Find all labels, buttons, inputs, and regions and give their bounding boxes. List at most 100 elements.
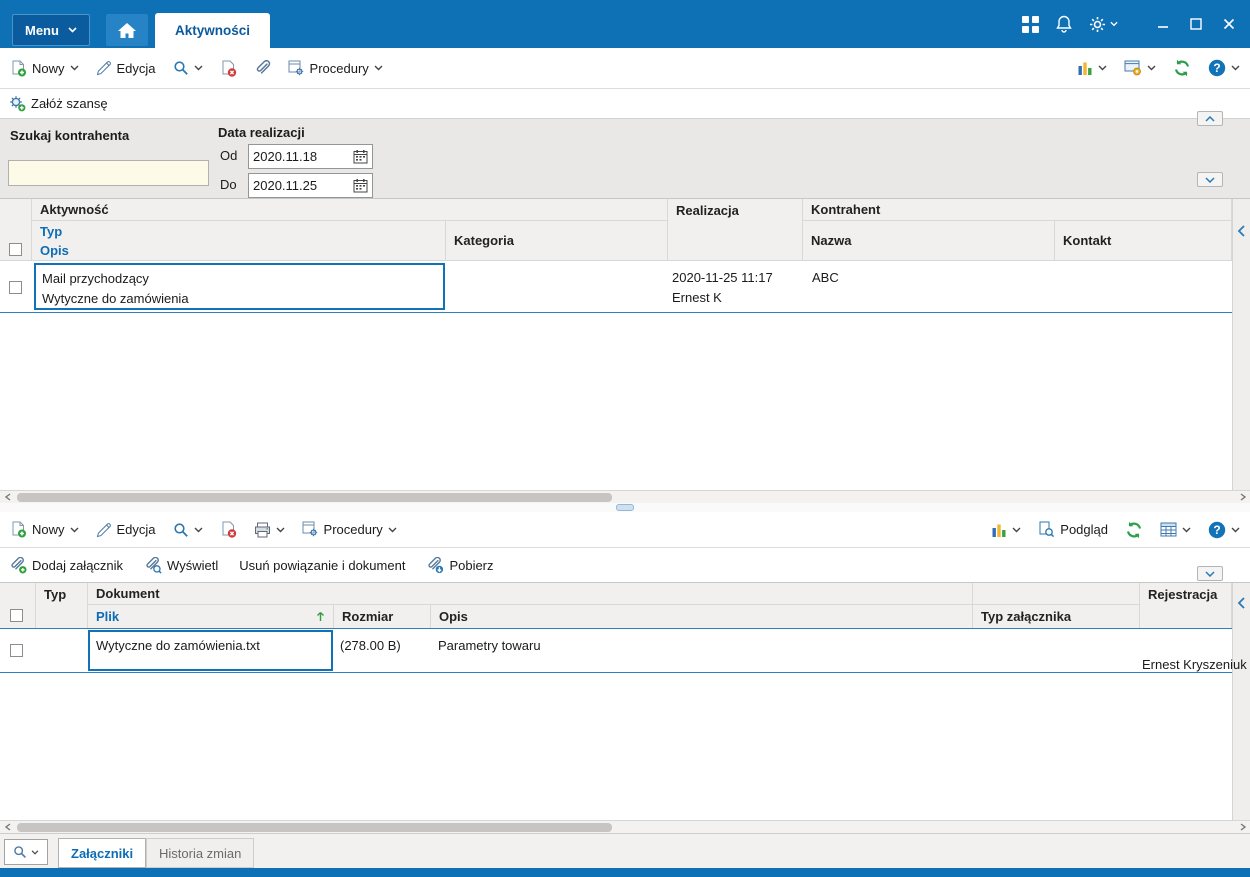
date-to-field [248, 173, 373, 198]
search-button[interactable] [173, 60, 203, 76]
edit-pencil-icon [96, 522, 112, 538]
bottom-search-button[interactable] [4, 839, 48, 865]
splitter-grip[interactable] [616, 504, 634, 511]
select-all-checkbox[interactable] [9, 243, 22, 256]
row-checkbox[interactable] [10, 644, 23, 657]
procedures-button[interactable]: Procedury [302, 521, 397, 538]
scroll-left-icon[interactable] [0, 491, 15, 503]
chart-button[interactable] [991, 522, 1021, 538]
close-button[interactable] [1216, 11, 1242, 37]
filter-collapse-up-button[interactable] [1197, 111, 1223, 126]
add-attachment-button[interactable]: Dodaj załącznik [9, 556, 123, 574]
activities-horizontal-scrollbar [0, 490, 1250, 503]
delete-button[interactable] [220, 521, 237, 538]
preview-button[interactable]: Podgląd [1038, 521, 1108, 538]
column-header-size[interactable]: Rozmiar [334, 605, 431, 628]
scroll-right-icon[interactable] [1235, 491, 1250, 503]
new-button[interactable]: Nowy [10, 521, 79, 538]
minimize-button[interactable] [1150, 11, 1176, 37]
show-attachment-button[interactable]: Wyświetl [144, 556, 218, 574]
column-header-contact[interactable]: Kontakt [1055, 221, 1232, 261]
chart-button[interactable] [1077, 60, 1107, 76]
delete-button[interactable] [220, 60, 237, 77]
print-button[interactable] [254, 522, 285, 538]
column-header-name[interactable]: Nazwa [803, 221, 1055, 261]
calendar-icon[interactable] [353, 149, 368, 164]
scroll-right-icon[interactable] [1235, 821, 1250, 833]
titlebar: Menu Aktywności [0, 0, 1250, 48]
date-to-input[interactable] [253, 178, 350, 193]
status-footer-bar [0, 868, 1250, 877]
tab-zalaczniki[interactable]: Załączniki [58, 838, 147, 868]
column-header-category[interactable]: Kategoria [446, 221, 668, 261]
table-settings-button[interactable] [1160, 522, 1191, 537]
help-button[interactable]: ? [1208, 59, 1240, 77]
notifications-bell-icon[interactable] [1056, 15, 1072, 33]
refresh-icon [1173, 59, 1191, 77]
calendar-icon[interactable] [353, 178, 368, 193]
chevron-down-icon [276, 527, 285, 533]
delete-document-icon [220, 60, 237, 77]
date-from-input[interactable] [253, 149, 350, 164]
attachment-file-name: Wytyczne do zamówienia.txt [96, 638, 260, 653]
new-button[interactable]: Nowy [10, 60, 79, 77]
activity-row[interactable]: Mail przychodzący Wytyczne do zamówienia… [0, 261, 1232, 313]
scrollbar-thumb[interactable] [17, 493, 612, 502]
column-header-attachment-type[interactable]: Typ załącznika [973, 605, 1140, 628]
edit-button[interactable]: Edycja [96, 522, 156, 538]
select-all-checkbox[interactable] [10, 609, 23, 622]
panel-expand-left-icon[interactable] [1237, 225, 1245, 237]
create-opportunity-button[interactable]: Załóż szansę [9, 95, 108, 112]
column-header-registration[interactable]: Rejestracja [1140, 583, 1232, 628]
procedures-button-label: Procedury [309, 60, 369, 76]
chevron-down-icon [1012, 527, 1021, 533]
refresh-button[interactable] [1125, 521, 1143, 539]
panel-expand-left-icon[interactable] [1237, 597, 1245, 609]
home-button[interactable] [106, 14, 148, 46]
column-header-type-description[interactable]: Typ Opis [32, 221, 446, 261]
sort-asc-icon[interactable] [316, 611, 325, 622]
chevron-down-icon [1205, 176, 1215, 183]
attachments-collapse-down-button[interactable] [1197, 566, 1223, 581]
column-header-description[interactable]: Opis [431, 605, 973, 628]
activity-type-description-cell[interactable]: Mail przychodzący Wytyczne do zamówienia [34, 263, 445, 310]
menu-button[interactable]: Menu [12, 14, 90, 46]
row-checkbox[interactable] [9, 281, 22, 294]
filter-collapse-down-button[interactable] [1197, 172, 1223, 187]
chevron-down-icon [1147, 65, 1156, 71]
procedures-button[interactable]: Procedury [288, 60, 383, 77]
column-header-realization[interactable]: Realizacja [668, 199, 803, 261]
apps-grid-icon[interactable] [1022, 15, 1039, 33]
help-button[interactable]: ? [1208, 521, 1240, 539]
application-window: Menu Aktywności Nowy Edycja Procedury ? … [0, 0, 1250, 877]
download-attachment-label: Pobierz [449, 557, 494, 573]
tab-aktywnosci[interactable]: Aktywności [155, 13, 271, 48]
home-icon [118, 22, 136, 38]
attachments-horizontal-scrollbar [0, 820, 1250, 833]
attachments-button[interactable] [254, 59, 271, 77]
new-document-icon [10, 521, 27, 538]
new-button-label: Nowy [32, 60, 65, 76]
remove-link-document-button[interactable]: Usuń powiązanie i dokument [239, 558, 405, 573]
refresh-button[interactable] [1173, 59, 1191, 77]
settings-gear-button[interactable] [1089, 16, 1118, 33]
attachment-row[interactable]: Wytyczne do zamówienia.txt (278.00 B) Pa… [0, 628, 1247, 673]
edit-button-label: Edycja [116, 522, 156, 537]
maximize-button[interactable] [1183, 11, 1209, 37]
chevron-up-icon [1205, 115, 1215, 122]
scroll-left-icon[interactable] [0, 821, 15, 833]
help-icon: ? [1208, 521, 1226, 539]
attachment-file-cell[interactable]: Wytyczne do zamówienia.txt [88, 630, 333, 671]
menu-button-label: Menu [25, 22, 59, 38]
panel-splitter[interactable] [0, 503, 1250, 512]
search-button[interactable] [173, 522, 203, 538]
column-header-type[interactable]: Typ [36, 583, 88, 628]
column-header-file[interactable]: Plik [88, 605, 334, 628]
view-settings-button[interactable] [1124, 60, 1156, 76]
tab-historia-zmian[interactable]: Historia zmian [146, 838, 255, 868]
delete-document-icon [220, 521, 237, 538]
download-attachment-button[interactable]: Pobierz [426, 556, 494, 574]
search-contractor-input[interactable] [8, 160, 209, 186]
scrollbar-thumb[interactable] [17, 823, 612, 832]
edit-button[interactable]: Edycja [96, 60, 156, 76]
